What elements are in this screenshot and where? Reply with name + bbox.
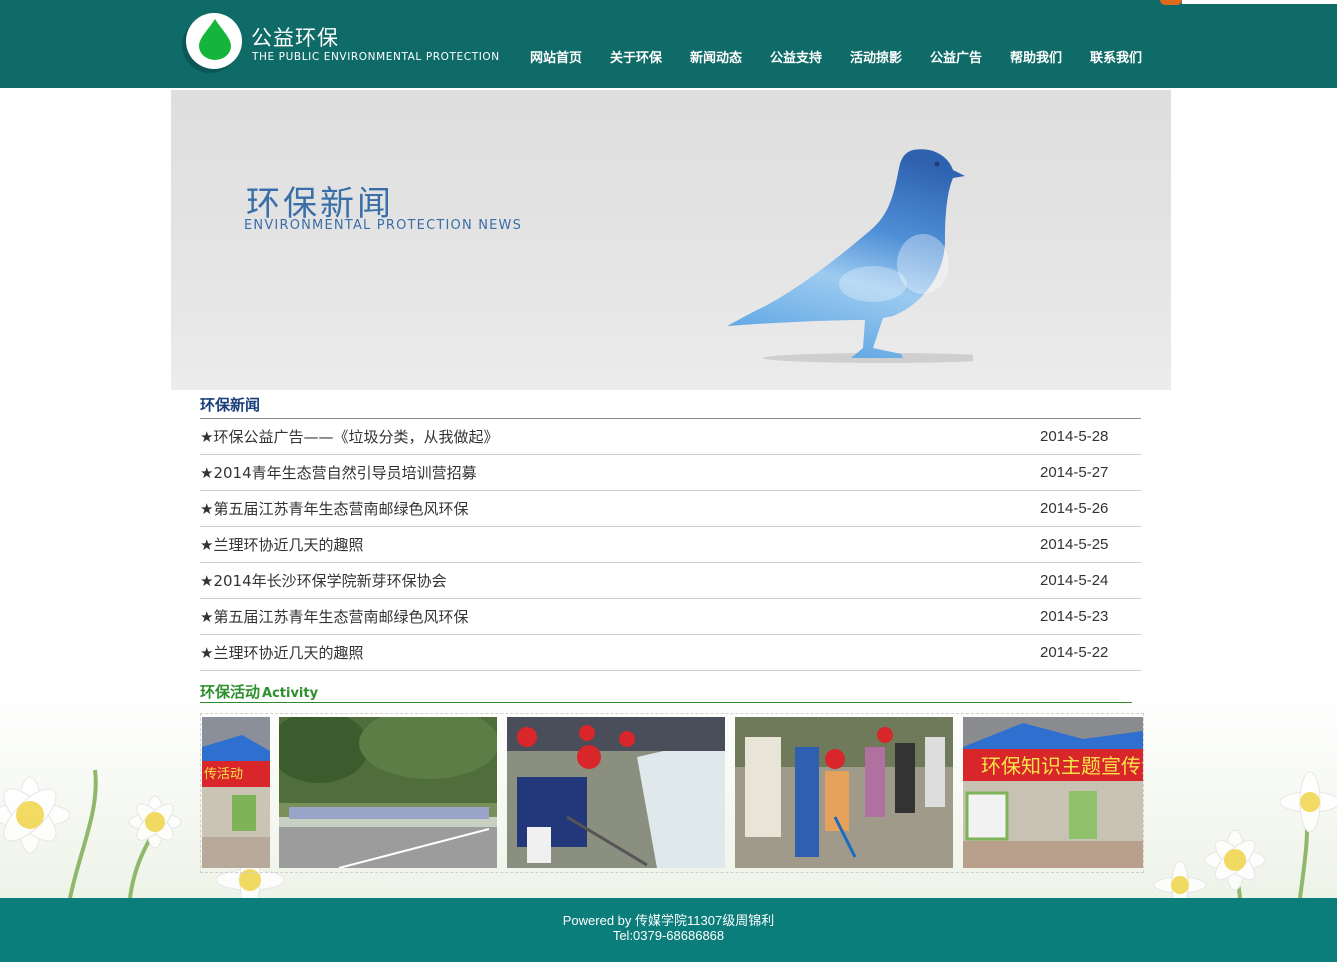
news-date: 2014-5-28: [1040, 428, 1109, 445]
tent-banner-text: 环保知识主题宣传活: [981, 754, 1143, 778]
nav-news[interactable]: 新闻动态: [690, 47, 746, 66]
activity-photo[interactable]: [279, 717, 497, 868]
news-date: 2014-5-24: [1040, 572, 1109, 589]
main-nav: 网站首页 关于环保 新闻动态 公益支持 活动掠影 公益广告 帮助我们 联系我们: [530, 47, 1146, 66]
activity-heading-en: Activity: [262, 686, 319, 701]
site-footer: Powered by 传媒学院11307级周锦利 Tel:0379-686868…: [0, 898, 1337, 962]
pigeon-image: [727, 149, 973, 363]
news-row[interactable]: ★兰理环协近几天的趣照 2014-5-25: [200, 527, 1141, 563]
news-row[interactable]: ★环保公益广告——《垃圾分类，从我做起》 2014-5-28: [200, 419, 1141, 455]
activity-heading: 环保活动: [200, 683, 261, 701]
news-row[interactable]: ★兰理环协近几天的趣照 2014-5-22: [200, 635, 1141, 671]
nav-support[interactable]: 公益支持: [770, 47, 826, 66]
nav-contact[interactable]: 联系我们: [1090, 47, 1146, 66]
news-date: 2014-5-23: [1040, 608, 1109, 625]
site-header: 公益环保 THE PUBLIC ENVIRONMENTAL PROTECTION…: [0, 0, 1337, 88]
news-section-header: 环保新闻: [200, 394, 1141, 419]
nav-activities[interactable]: 活动掠影: [850, 47, 906, 66]
activity-photo[interactable]: [507, 717, 725, 868]
activity-section-header: 环保活动 Activity: [200, 681, 1132, 703]
news-heading: 环保新闻: [200, 396, 261, 414]
news-date: 2014-5-25: [1040, 536, 1109, 553]
news-date: 2014-5-26: [1040, 500, 1109, 517]
news-section: 环保新闻 ★环保公益广告——《垃圾分类，从我做起》 2014-5-28 ★201…: [200, 394, 1141, 671]
logo-title[interactable]: 公益环保: [251, 22, 339, 52]
news-title-link[interactable]: ★2014青年生态营自然引导员培训营招募: [200, 455, 477, 491]
news-title-link[interactable]: ★2014年长沙环保学院新芽环保协会: [200, 563, 447, 599]
news-title-link[interactable]: ★兰理环协近几天的趣照: [200, 527, 363, 563]
activity-photo-gallery: 传活动 环保知识主题宣传活: [200, 713, 1144, 873]
activity-photo[interactable]: [735, 717, 953, 868]
green-drop-logo-icon[interactable]: [198, 18, 232, 60]
news-row[interactable]: ★2014青年生态营自然引导员培训营招募 2014-5-27: [200, 455, 1141, 491]
footer-tel: Tel:0379-68686868: [612, 928, 725, 943]
news-row[interactable]: ★第五届江苏青年生态营南邮绿色风环保 2014-5-23: [200, 599, 1141, 635]
news-date: 2014-5-27: [1040, 464, 1109, 481]
news-title-link[interactable]: ★环保公益广告——《垃圾分类，从我做起》: [200, 419, 498, 455]
news-row[interactable]: ★第五届江苏青年生态营南邮绿色风环保 2014-5-26: [200, 491, 1141, 527]
activity-photo[interactable]: 环保知识主题宣传活: [963, 717, 1143, 868]
corner-decoration: [1160, 0, 1337, 6]
news-banner: 环保新闻 ENVIRONMENTAL PROTECTION NEWS: [171, 90, 1171, 390]
news-row[interactable]: ★2014年长沙环保学院新芽环保协会 2014-5-24: [200, 563, 1141, 599]
news-title-link[interactable]: ★兰理环协近几天的趣照: [200, 635, 363, 671]
tent-banner-text: 传活动: [204, 767, 243, 782]
nav-home[interactable]: 网站首页: [530, 47, 586, 66]
banner-subtitle: ENVIRONMENTAL PROTECTION NEWS: [244, 218, 523, 233]
nav-ads[interactable]: 公益广告: [930, 47, 986, 66]
nav-help[interactable]: 帮助我们: [1010, 47, 1066, 66]
news-title-link[interactable]: ★第五届江苏青年生态营南邮绿色风环保: [200, 599, 468, 635]
logo-subtitle: THE PUBLIC ENVIRONMENTAL PROTECTION: [252, 51, 500, 63]
news-date: 2014-5-22: [1040, 644, 1109, 661]
nav-about[interactable]: 关于环保: [610, 47, 666, 66]
news-title-link[interactable]: ★第五届江苏青年生态营南邮绿色风环保: [200, 491, 468, 527]
activity-photo[interactable]: 传活动: [202, 717, 270, 868]
footer-powered-by: Powered by 传媒学院11307级周锦利: [562, 913, 775, 928]
